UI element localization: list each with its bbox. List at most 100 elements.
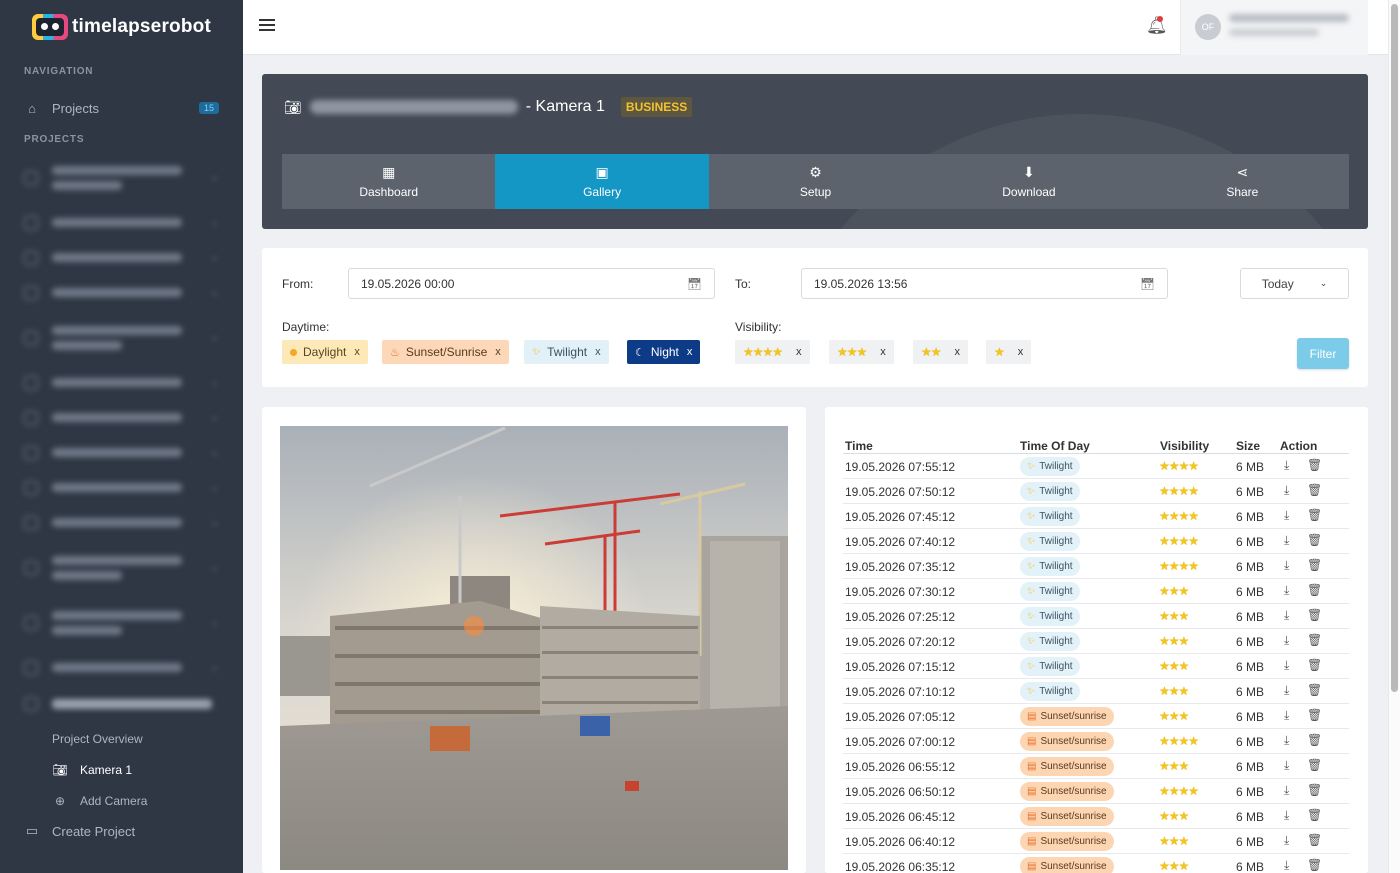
page-scrollbar[interactable] [1388, 0, 1400, 873]
download-icon[interactable]: ⤓ [1284, 508, 1289, 523]
remove-chip-icon[interactable]: x [495, 346, 501, 358]
visibility-chip-1-stars[interactable]: ★ x [986, 340, 1032, 364]
table-row[interactable]: 19.05.2026 07:20:12 ✨︎ Twilight ★★★ 6 MB ⤓ 🗑︎ [843, 629, 1349, 654]
table-row[interactable]: 19.05.2026 07:00:12 ▤ Sunset/sunrise ★★★★ 6 … [843, 729, 1349, 754]
range-select[interactable]: Today ⌄ [1240, 268, 1349, 299]
download-icon[interactable]: ⤓ [1284, 633, 1289, 648]
tab-share[interactable]: ⋖ Share [1136, 154, 1349, 209]
download-icon[interactable]: ⤓ [1284, 858, 1289, 873]
download-icon[interactable]: ⤓ [1284, 808, 1289, 823]
sidebar-item-project-overview[interactable]: Project Overview [0, 723, 243, 754]
project-item-redacted[interactable]: ⌄ [0, 470, 243, 505]
tab-setup[interactable]: ⚙ Setup [709, 154, 922, 209]
trash-icon[interactable]: 🗑︎ [1307, 708, 1322, 722]
table-row[interactable]: 19.05.2026 07:05:12 ▤ Sunset/sunrise ★★★ 6 M… [843, 704, 1349, 729]
calendar-icon[interactable]: 📅︎ [687, 277, 702, 291]
sidebar-item-projects[interactable]: ⌂ Projects 15 [0, 90, 243, 126]
table-row[interactable]: 19.05.2026 07:45:12 ✨︎ Twilight ★★★★ 6 MB ⤓ 🗑︎ [843, 504, 1349, 529]
trash-icon[interactable]: 🗑︎ [1307, 583, 1322, 597]
tab-gallery[interactable]: ▣ Gallery [495, 154, 709, 209]
table-row[interactable]: 19.05.2026 06:40:12 ▤ Sunset/sunrise ★★★ 6 M… [843, 829, 1349, 854]
project-item-redacted[interactable]: ⌄ [0, 505, 243, 540]
project-item-redacted[interactable]: ⌄ [0, 595, 243, 650]
project-item-redacted-active[interactable] [0, 685, 243, 723]
table-row[interactable]: 19.05.2026 07:30:12 ✨︎ Twilight ★★★ 6 MB ⤓ 🗑︎ [843, 579, 1349, 604]
trash-icon[interactable]: 🗑︎ [1307, 783, 1322, 797]
remove-chip-icon[interactable]: x [1018, 346, 1024, 358]
table-row[interactable]: 19.05.2026 07:50:12 ✨︎ Twilight ★★★★ 6 MB ⤓ 🗑︎ [843, 479, 1349, 504]
trash-icon[interactable]: 🗑︎ [1307, 758, 1322, 772]
visibility-chip-4-stars[interactable]: ★★★★ x [735, 340, 810, 364]
download-icon[interactable]: ⤓ [1284, 458, 1289, 473]
trash-icon[interactable]: 🗑︎ [1307, 508, 1322, 522]
remove-chip-icon[interactable]: x [595, 346, 601, 358]
remove-chip-icon[interactable]: x [354, 346, 360, 358]
project-item-redacted[interactable]: ⌄ [0, 150, 243, 205]
table-row[interactable]: 19.05.2026 06:35:12 ▤ Sunset/sunrise ★★★ 6 M… [843, 854, 1349, 873]
trash-icon[interactable]: 🗑︎ [1307, 608, 1322, 622]
project-item-redacted[interactable]: ⌄ [0, 540, 243, 595]
table-row[interactable]: 19.05.2026 06:55:12 ▤ Sunset/sunrise ★★★ 6 M… [843, 754, 1349, 779]
table-row[interactable]: 19.05.2026 06:50:12 ▤ Sunset/sunrise ★★★★ 6 … [843, 779, 1349, 804]
menu-icon[interactable] [259, 19, 275, 33]
filter-button[interactable]: Filter [1297, 338, 1349, 369]
calendar-icon[interactable]: 📅︎ [1140, 277, 1155, 291]
download-icon[interactable]: ⤓ [1284, 708, 1289, 723]
project-item-redacted[interactable]: ⌄ [0, 400, 243, 435]
chip-sunset-sunrise[interactable]: ♨ Sunset/Sunrise x [382, 340, 509, 364]
table-row[interactable]: 19.05.2026 06:45:12 ▤ Sunset/sunrise ★★★ 6 M… [843, 804, 1349, 829]
trash-icon[interactable]: 🗑︎ [1307, 733, 1322, 747]
download-icon[interactable]: ⤓ [1284, 758, 1289, 773]
download-icon[interactable]: ⤓ [1284, 733, 1289, 748]
project-item-redacted[interactable]: ⌄ [0, 365, 243, 400]
download-icon[interactable]: ⤓ [1284, 683, 1289, 698]
timelapse-photo[interactable] [280, 426, 788, 870]
trash-icon[interactable]: 🗑︎ [1307, 483, 1322, 497]
table-row[interactable]: 19.05.2026 07:55:12 ✨︎ Twilight ★★★★ 6 MB ⤓ 🗑︎ [843, 454, 1349, 479]
user-menu[interactable]: OF [1180, 0, 1368, 55]
sidebar-item-create-project[interactable]: ▭ Create Project [0, 816, 243, 846]
download-icon[interactable]: ⤓ [1284, 783, 1289, 798]
visibility-chip-3-stars[interactable]: ★★★ x [829, 340, 894, 364]
tab-download[interactable]: ⬇ Download [922, 154, 1135, 209]
project-item-redacted[interactable]: ⌄ [0, 240, 243, 275]
download-icon[interactable]: ⤓ [1284, 533, 1289, 548]
table-row[interactable]: 19.05.2026 07:15:12 ✨︎ Twilight ★★★ 6 MB ⤓ 🗑︎ [843, 654, 1349, 679]
trash-icon[interactable]: 🗑︎ [1307, 533, 1322, 547]
to-date-input[interactable]: 19.05.2026 13:56 📅︎ [801, 268, 1168, 299]
chip-daylight[interactable]: Daylight x [282, 340, 368, 364]
download-icon[interactable]: ⤓ [1284, 583, 1289, 598]
table-row[interactable]: 19.05.2026 07:40:12 ✨︎ Twilight ★★★★ 6 MB ⤓ 🗑︎ [843, 529, 1349, 554]
remove-chip-icon[interactable]: x [955, 346, 961, 358]
trash-icon[interactable]: 🗑︎ [1307, 658, 1322, 672]
trash-icon[interactable]: 🗑︎ [1307, 558, 1322, 572]
download-icon[interactable]: ⤓ [1284, 833, 1289, 848]
download-icon[interactable]: ⤓ [1284, 608, 1289, 623]
table-row[interactable]: 19.05.2026 07:25:12 ✨︎ Twilight ★★★ 6 MB ⤓ 🗑︎ [843, 604, 1349, 629]
remove-chip-icon[interactable]: x [687, 346, 693, 358]
scrollbar-thumb[interactable] [1391, 4, 1398, 692]
project-item-redacted[interactable]: ⌄ [0, 310, 243, 365]
remove-chip-icon[interactable]: x [796, 346, 802, 358]
trash-icon[interactable]: 🗑︎ [1307, 458, 1322, 472]
trash-icon[interactable]: 🗑︎ [1307, 858, 1322, 872]
visibility-chip-2-stars[interactable]: ★★ x [913, 340, 969, 364]
from-date-input[interactable]: 19.05.2026 00:00 📅︎ [348, 268, 715, 299]
sidebar-item-add-camera[interactable]: ⊕ Add Camera [0, 785, 243, 816]
chip-night[interactable]: ☾ Night x [627, 340, 701, 364]
table-row[interactable]: 19.05.2026 07:35:12 ✨︎ Twilight ★★★★ 6 MB ⤓ 🗑︎ [843, 554, 1349, 579]
sidebar-item-kamera-1[interactable]: 📷︎ Kamera 1 [0, 754, 243, 785]
remove-chip-icon[interactable]: x [880, 346, 886, 358]
logo[interactable]: timelapserobot [0, 0, 243, 54]
trash-icon[interactable]: 🗑︎ [1307, 833, 1322, 847]
download-icon[interactable]: ⤓ [1284, 658, 1289, 673]
trash-icon[interactable]: 🗑︎ [1307, 633, 1322, 647]
chip-twilight[interactable]: ✨︎ Twilight x [524, 340, 609, 364]
project-item-redacted[interactable]: ⌄ [0, 205, 243, 240]
tab-dashboard[interactable]: ▦ Dashboard [282, 154, 495, 209]
download-icon[interactable]: ⤓ [1284, 483, 1289, 498]
project-item-redacted[interactable]: ⌄ [0, 275, 243, 310]
table-row[interactable]: 19.05.2026 07:10:12 ✨︎ Twilight ★★★ 6 MB ⤓ 🗑︎ [843, 679, 1349, 704]
trash-icon[interactable]: 🗑︎ [1307, 808, 1322, 822]
project-item-redacted[interactable]: ⌄ [0, 435, 243, 470]
